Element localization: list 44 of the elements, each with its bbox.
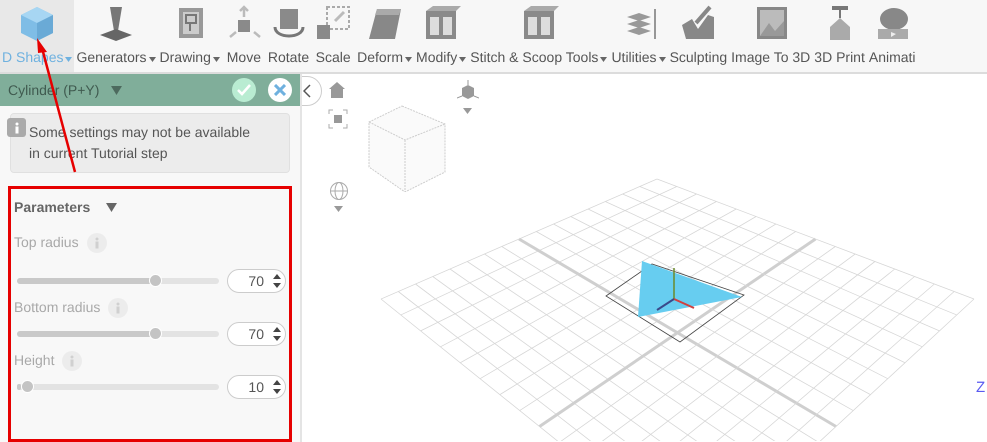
info-icon[interactable] xyxy=(62,350,82,370)
info-icon[interactable] xyxy=(86,232,107,252)
toolbar-button[interactable]: Scale xyxy=(311,0,356,72)
toolbar-button[interactable]: Stitch & Scoop Tools xyxy=(468,0,610,72)
dropdown-caret-icon[interactable] xyxy=(334,206,343,212)
toolbar-button[interactable]: Deform xyxy=(355,0,414,72)
home-icon[interactable] xyxy=(328,81,346,99)
axes-gizmo xyxy=(656,268,694,311)
slider-thumb[interactable] xyxy=(149,274,162,287)
toolbar-button[interactable]: Rotate xyxy=(266,0,312,72)
dropdown-caret-icon[interactable] xyxy=(463,108,472,114)
dropdown-caret-icon[interactable] xyxy=(111,86,122,94)
toolbar-button[interactable]: Image To 3D xyxy=(729,0,812,72)
parameter-label: Height xyxy=(14,351,54,370)
toolbar-button[interactable]: Sculpting xyxy=(668,0,730,72)
check-icon xyxy=(237,84,251,96)
toolbar-button[interactable]: Utilities xyxy=(609,0,668,72)
slider-thumb[interactable] xyxy=(149,327,162,340)
info-icon xyxy=(7,118,26,137)
3d-viewport[interactable]: Z xyxy=(302,74,987,442)
confirm-button[interactable] xyxy=(232,78,256,102)
collapse-caret-icon[interactable] xyxy=(106,203,118,212)
spinner-icon[interactable] xyxy=(272,273,282,289)
toolbar-button[interactable]: Generators xyxy=(74,0,158,72)
close-icon xyxy=(274,84,286,96)
orbit-icon[interactable] xyxy=(329,181,349,201)
fit-view-icon[interactable] xyxy=(328,109,348,129)
toolbar-button[interactable]: Move xyxy=(222,0,266,72)
chevron-left-icon xyxy=(303,84,311,98)
parameter-label: Bottom radius xyxy=(14,298,100,317)
camera-view-icon[interactable] xyxy=(457,80,479,102)
toolbar-button[interactable]: Modify xyxy=(414,0,468,72)
toolbar-button[interactable]: 3D Print xyxy=(812,0,867,72)
parameter-label: Top radius xyxy=(14,233,79,252)
slider-thumb[interactable] xyxy=(20,380,34,393)
section-title: Parameters xyxy=(14,198,90,217)
pyramid-shape[interactable] xyxy=(638,261,742,317)
axis-label: Z xyxy=(976,378,986,398)
spinner-icon[interactable] xyxy=(272,326,282,342)
close-button[interactable] xyxy=(268,78,292,102)
spinner-icon[interactable] xyxy=(272,379,282,395)
toolbar-button[interactable]: Animati xyxy=(866,0,918,72)
info-icon[interactable] xyxy=(108,298,128,318)
toolbar-button[interactable]: Drawing xyxy=(158,0,222,72)
